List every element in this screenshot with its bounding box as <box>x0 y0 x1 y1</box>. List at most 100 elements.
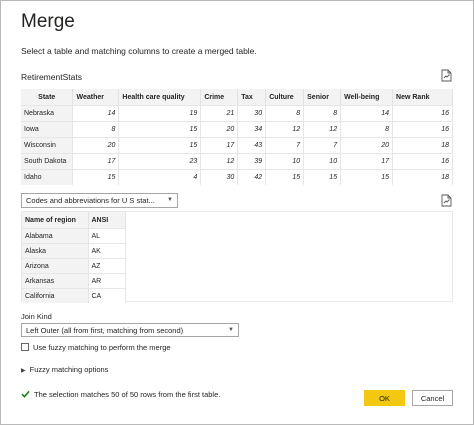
table-cell: 30 <box>200 169 239 185</box>
merge-dialog: Merge Select a table and matching column… <box>0 0 474 425</box>
status-text: The selection matches 50 of 50 rows from… <box>34 390 221 399</box>
table-row: Wisconsin 20 15 17 43 7 7 20 18 <box>21 137 453 154</box>
column-header-tax[interactable]: Tax <box>237 89 267 106</box>
column-header-name-of-region[interactable]: Name of region <box>22 212 89 229</box>
table-cell: AR <box>88 273 126 289</box>
table-cell: Alabama <box>22 228 89 244</box>
table-cell: 8 <box>340 121 394 138</box>
table-cell: 39 <box>237 153 267 170</box>
cancel-button[interactable]: Cancel <box>412 390 453 406</box>
table-row: Alabama AL <box>22 228 126 244</box>
table-cell: 17 <box>200 137 239 154</box>
column-header-well-being[interactable]: Well-being <box>340 89 394 106</box>
dialog-subtitle: Select a table and matching columns to c… <box>21 46 257 56</box>
second-table-header-row: Name of region ANSI <box>22 212 126 229</box>
table-row: Idaho 15 4 30 42 15 15 15 18 <box>21 169 453 185</box>
second-table-select-value: Codes and abbreviations for U S stat... <box>26 196 155 205</box>
table-row: South Dakota 17 23 12 39 10 10 17 16 <box>21 153 453 170</box>
table-row: Alaska AK <box>22 243 126 259</box>
fuzzy-matching-checkbox[interactable] <box>21 343 29 351</box>
first-table-name: RetirementStats <box>21 72 82 82</box>
table-cell: 15 <box>118 121 202 138</box>
table-cell: Arizona <box>22 258 89 274</box>
table-cell: California <box>22 288 89 303</box>
ok-button[interactable]: OK <box>364 390 405 406</box>
table-cell: 30 <box>237 105 267 122</box>
table-cell: 8 <box>72 121 120 138</box>
table-cell: 12 <box>303 121 342 138</box>
table-cell: Arkansas <box>22 273 89 289</box>
table-row: Iowa 8 15 20 34 12 12 8 16 <box>21 121 453 138</box>
table-cell: 18 <box>392 169 453 185</box>
column-header-culture[interactable]: Culture <box>265 89 305 106</box>
table-cell: 4 <box>118 169 202 185</box>
checkmark-icon <box>21 390 30 398</box>
table-cell: 12 <box>200 153 239 170</box>
fuzzy-options-expander[interactable]: ▶ Fuzzy matching options <box>21 365 108 374</box>
table-row: California CA <box>22 288 126 303</box>
table-cell: 14 <box>340 105 394 122</box>
second-table-grid: Name of region ANSI Alabama AL Alaska AK… <box>22 212 126 303</box>
table-cell: 8 <box>303 105 342 122</box>
table-cell: 17 <box>340 153 394 170</box>
fuzzy-matching-label[interactable]: Use fuzzy matching to perform the merge <box>33 343 171 352</box>
column-header-new-rank[interactable]: New Rank <box>392 89 453 106</box>
table-cell: CA <box>88 288 126 303</box>
table-cell: 16 <box>392 153 453 170</box>
table-cell: 7 <box>265 137 305 154</box>
table-cell: AK <box>88 243 126 259</box>
table-cell: 20 <box>72 137 120 154</box>
table-cell: 23 <box>118 153 202 170</box>
table-cell: 7 <box>303 137 342 154</box>
table-preview-icon[interactable] <box>441 69 453 82</box>
table-cell: 10 <box>303 153 342 170</box>
table-row: Arkansas AR <box>22 273 126 289</box>
table-cell: Iowa <box>21 121 74 138</box>
chevron-down-icon: ▼ <box>228 327 234 333</box>
triangle-right-icon: ▶ <box>21 368 26 374</box>
column-header-state[interactable]: State <box>21 89 74 106</box>
join-kind-select-value: Left Outer (all from first, matching fro… <box>26 326 184 335</box>
table-cell: 20 <box>340 137 394 154</box>
table-cell: 20 <box>200 121 239 138</box>
table-cell: 15 <box>118 137 202 154</box>
table-cell: Wisconsin <box>21 137 74 154</box>
table-cell: 10 <box>265 153 305 170</box>
table-row: Nebraska 14 19 21 30 8 8 14 16 <box>21 105 453 122</box>
fuzzy-options-label: Fuzzy matching options <box>29 365 109 374</box>
table-cell: 42 <box>237 169 267 185</box>
first-table-grid: State Weather Health care quality Crime … <box>21 89 453 185</box>
column-header-weather[interactable]: Weather <box>72 89 120 106</box>
table-cell: AZ <box>88 258 126 274</box>
table-cell: AL <box>88 228 126 244</box>
table-row: Arizona AZ <box>22 258 126 274</box>
join-kind-select[interactable]: Left Outer (all from first, matching fro… <box>21 323 239 337</box>
chevron-down-icon: ▼ <box>167 197 173 203</box>
join-kind-label: Join Kind <box>21 312 52 321</box>
column-header-senior[interactable]: Senior <box>303 89 342 106</box>
table-cell: 14 <box>72 105 120 122</box>
table-cell: South Dakota <box>21 153 74 170</box>
table-cell: 18 <box>392 137 453 154</box>
table-cell: 8 <box>265 105 305 122</box>
table-cell: 15 <box>265 169 305 185</box>
column-header-crime[interactable]: Crime <box>200 89 239 106</box>
second-table-preview[interactable]: Name of region ANSI Alabama AL Alaska AK… <box>21 211 453 303</box>
table-cell: 15 <box>340 169 394 185</box>
table-cell: 34 <box>237 121 267 138</box>
dialog-title: Merge <box>21 11 75 32</box>
table-cell: 19 <box>118 105 202 122</box>
table-preview-icon[interactable] <box>441 194 453 207</box>
column-header-health-care-quality[interactable]: Health care quality <box>118 89 202 106</box>
table-cell: 43 <box>237 137 267 154</box>
second-table-select[interactable]: Codes and abbreviations for U S stat... … <box>21 193 178 208</box>
table-cell: 21 <box>200 105 239 122</box>
column-header-ansi[interactable]: ANSI <box>88 212 126 229</box>
table-cell: 12 <box>265 121 305 138</box>
first-table-header-row: State Weather Health care quality Crime … <box>21 89 453 106</box>
table-cell: 16 <box>392 105 453 122</box>
table-cell: 15 <box>303 169 342 185</box>
table-cell: 17 <box>72 153 120 170</box>
first-table-preview[interactable]: State Weather Health care quality Crime … <box>21 89 453 185</box>
table-cell: Nebraska <box>21 105 74 122</box>
